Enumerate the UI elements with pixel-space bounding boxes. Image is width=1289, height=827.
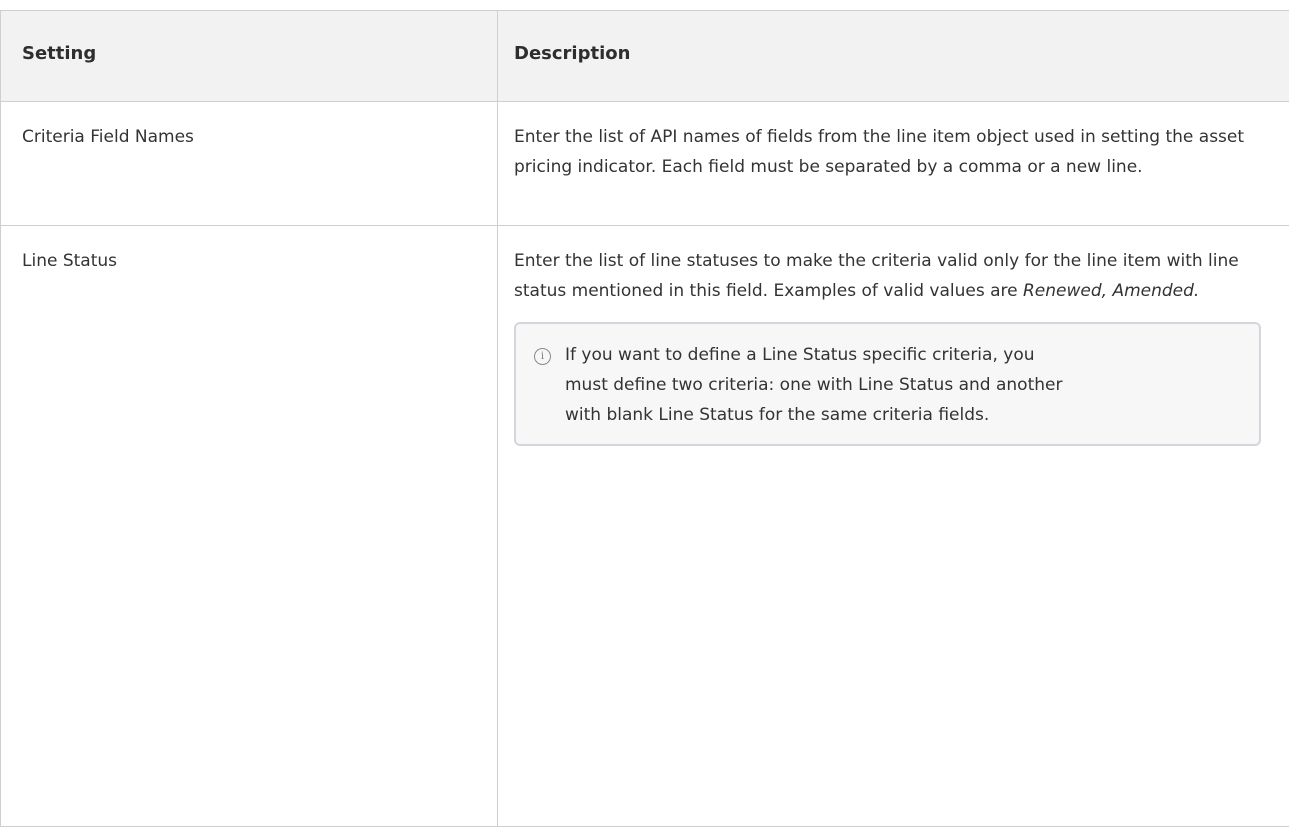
description-text: Enter the list of API names of fields fr… bbox=[514, 127, 1245, 177]
table-row: Line Status Enter the list of line statu… bbox=[1, 226, 1289, 827]
setting-name: Line Status bbox=[1, 226, 498, 826]
info-note: i If you want to define a Line Status sp… bbox=[514, 322, 1261, 446]
table-row: Criteria Field Names Enter the list of A… bbox=[1, 102, 1289, 226]
header-description: Description bbox=[498, 11, 1289, 101]
settings-table: Setting Description Criteria Field Names… bbox=[0, 10, 1289, 827]
setting-description: Enter the list of API names of fields fr… bbox=[498, 102, 1289, 225]
info-icon: i bbox=[534, 348, 551, 365]
table-header-row: Setting Description bbox=[1, 11, 1289, 102]
setting-name: Criteria Field Names bbox=[1, 102, 498, 225]
description-examples: Renewed, Amended. bbox=[1022, 281, 1200, 301]
setting-description: Enter the list of line statuses to make … bbox=[498, 226, 1289, 826]
note-text: If you want to define a Line Status spec… bbox=[565, 345, 1063, 425]
description-text: Enter the list of line statuses to make … bbox=[514, 246, 1280, 306]
header-setting: Setting bbox=[1, 11, 498, 101]
